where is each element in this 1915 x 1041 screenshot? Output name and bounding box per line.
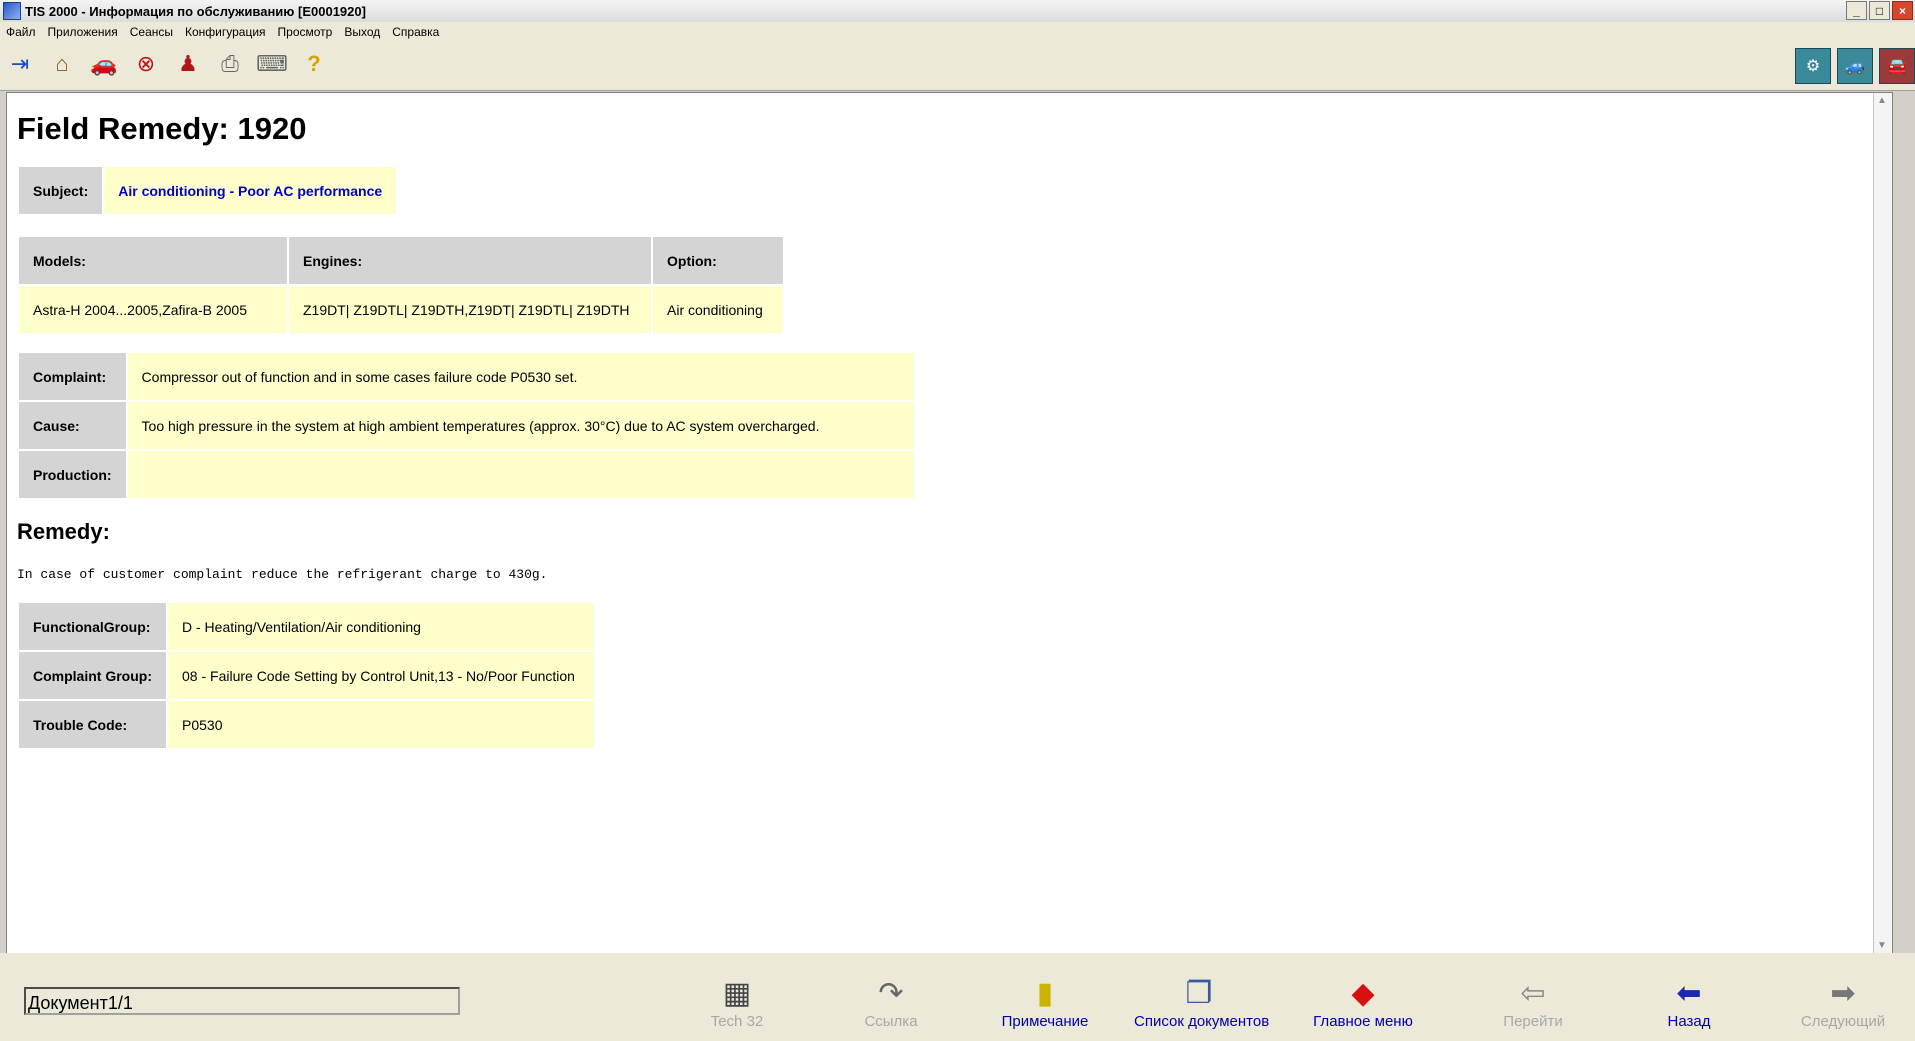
menu-help[interactable]: Справка xyxy=(386,25,445,39)
production-value xyxy=(127,451,914,498)
scroll-down-icon[interactable]: ▼ xyxy=(1877,940,1887,951)
subject-value: Air conditioning - Poor AC performance xyxy=(104,167,397,214)
link-button[interactable]: ↷ Ссылка xyxy=(826,973,956,1039)
production-label: Production: xyxy=(19,451,126,498)
document-list-label: Список документов xyxy=(1134,1013,1270,1030)
tech32-label: Tech 32 xyxy=(710,1013,764,1030)
note-icon: ▮ xyxy=(1036,976,1054,1010)
vertical-scrollbar[interactable]: ▲ ▼ xyxy=(1873,93,1892,953)
car-diagnostics-icon[interactable]: 🚙 xyxy=(1837,48,1873,84)
subject-label: Subject: xyxy=(19,167,103,214)
menu-bar: Файл Приложения Сеансы Конфигурация Прос… xyxy=(0,22,1915,42)
scroll-up-icon[interactable]: ▲ xyxy=(1877,95,1887,106)
app-icon xyxy=(3,2,21,20)
window-title: TIS 2000 - Информация по обслуживанию [E… xyxy=(25,3,366,19)
next-label: Следующий xyxy=(1800,1013,1886,1030)
keyboard-icon[interactable]: ⌨ xyxy=(256,48,288,80)
toolbar: ⇥ ⌂ 🚗 ⊗ ♟ ⎙ ⌨ ? ⚙ 🚙 🚘 xyxy=(0,42,1915,91)
link-label: Ссылка xyxy=(864,1013,918,1030)
next-arrow-icon: ➡ xyxy=(1830,976,1856,1010)
trouble-code-label: Trouble Code: xyxy=(19,701,166,748)
bottom-bar: Документ1/1 ▦ Tech 32 ↷ Ссылка ▮ Примеча… xyxy=(0,953,1915,1041)
maximize-button[interactable]: □ xyxy=(1869,1,1890,20)
complaint-value: Compressor out of function and in some c… xyxy=(127,353,914,400)
option-label: Option: xyxy=(653,237,783,284)
menu-sessions[interactable]: Сеансы xyxy=(124,25,179,39)
page-title: Field Remedy: 1920 xyxy=(17,111,307,146)
applicability-table: Models: Engines: Option: Astra-H 2004...… xyxy=(17,235,785,335)
vehicle-icon[interactable]: 🚗 xyxy=(88,48,120,80)
trouble-code-value: P0530 xyxy=(168,701,594,748)
functional-group-label: FunctionalGroup: xyxy=(19,603,166,650)
complaint-group-label: Complaint Group: xyxy=(19,652,166,699)
option-value: Air conditioning xyxy=(653,286,783,333)
document-counter-field: Документ1/1 xyxy=(24,987,460,1015)
menu-configuration[interactable]: Конфигурация xyxy=(179,25,272,39)
engines-value: Z19DT| Z19DTL| Z19DTH,Z19DT| Z19DTL| Z19… xyxy=(289,286,651,333)
cause-label: Cause: xyxy=(19,402,126,449)
goto-icon: ⇦ xyxy=(1520,976,1546,1010)
note-label: Примечание xyxy=(1001,1013,1089,1030)
tools-icon[interactable]: ⚙ xyxy=(1795,48,1831,84)
home-icon[interactable]: ⌂ xyxy=(46,48,78,80)
menu-file[interactable]: Файл xyxy=(0,25,42,39)
engines-label: Engines: xyxy=(289,237,651,284)
close-button[interactable]: × xyxy=(1892,1,1913,20)
exit-icon[interactable]: ⇥ xyxy=(4,48,36,80)
tech32-button[interactable]: ▦ Tech 32 xyxy=(672,973,802,1039)
link-arrow-icon: ↷ xyxy=(878,976,904,1010)
menu-exit[interactable]: Выход xyxy=(338,25,386,39)
title-bar: TIS 2000 - Информация по обслуживанию [E… xyxy=(0,0,1915,23)
menu-view[interactable]: Просмотр xyxy=(272,25,339,39)
minimize-button[interactable]: _ xyxy=(1846,1,1867,20)
complaint-table: Complaint: Compressor out of function an… xyxy=(17,351,916,500)
document-stack-icon: ❐ xyxy=(1185,976,1213,1010)
main-menu-label: Главное меню xyxy=(1313,1013,1413,1030)
remedy-text: In case of customer complaint reduce the… xyxy=(17,567,548,582)
calculator-icon: ▦ xyxy=(722,976,752,1010)
goto-button[interactable]: ⇦ Перейти xyxy=(1468,973,1598,1039)
cause-value: Too high pressure in the system at high … xyxy=(127,402,914,449)
print-icon[interactable]: ⎙ xyxy=(214,48,246,80)
document-view: Field Remedy: 1920 Subject: Air conditio… xyxy=(6,92,1893,954)
classification-table: FunctionalGroup: D - Heating/Ventilation… xyxy=(17,601,596,750)
main-menu-icon: ◆ xyxy=(1351,976,1375,1010)
functional-group-value: D - Heating/Ventilation/Air conditioning xyxy=(168,603,594,650)
main-menu-button[interactable]: ◆ Главное меню xyxy=(1298,973,1428,1039)
help-icon[interactable]: ? xyxy=(298,48,330,80)
next-button[interactable]: ➡ Следующий xyxy=(1778,973,1908,1039)
document-list-button[interactable]: ❐ Список документов xyxy=(1134,973,1270,1039)
models-value: Astra-H 2004...2005,Zafira-B 2005 xyxy=(19,286,287,333)
car-service-icon[interactable]: 🚘 xyxy=(1879,48,1915,84)
back-button[interactable]: ⬅ Назад xyxy=(1624,973,1754,1039)
person-icon[interactable]: ♟ xyxy=(172,48,204,80)
menu-applications[interactable]: Приложения xyxy=(42,25,124,39)
goto-label: Перейти xyxy=(1503,1013,1563,1030)
stop-icon[interactable]: ⊗ xyxy=(130,48,162,80)
models-label: Models: xyxy=(19,237,287,284)
complaint-label: Complaint: xyxy=(19,353,126,400)
subject-table: Subject: Air conditioning - Poor AC perf… xyxy=(17,165,398,216)
complaint-group-value: 08 - Failure Code Setting by Control Uni… xyxy=(168,652,594,699)
note-button[interactable]: ▮ Примечание xyxy=(980,973,1110,1039)
back-label: Назад xyxy=(1667,1013,1711,1030)
remedy-heading: Remedy: xyxy=(17,519,110,544)
back-arrow-icon: ⬅ xyxy=(1676,976,1702,1010)
